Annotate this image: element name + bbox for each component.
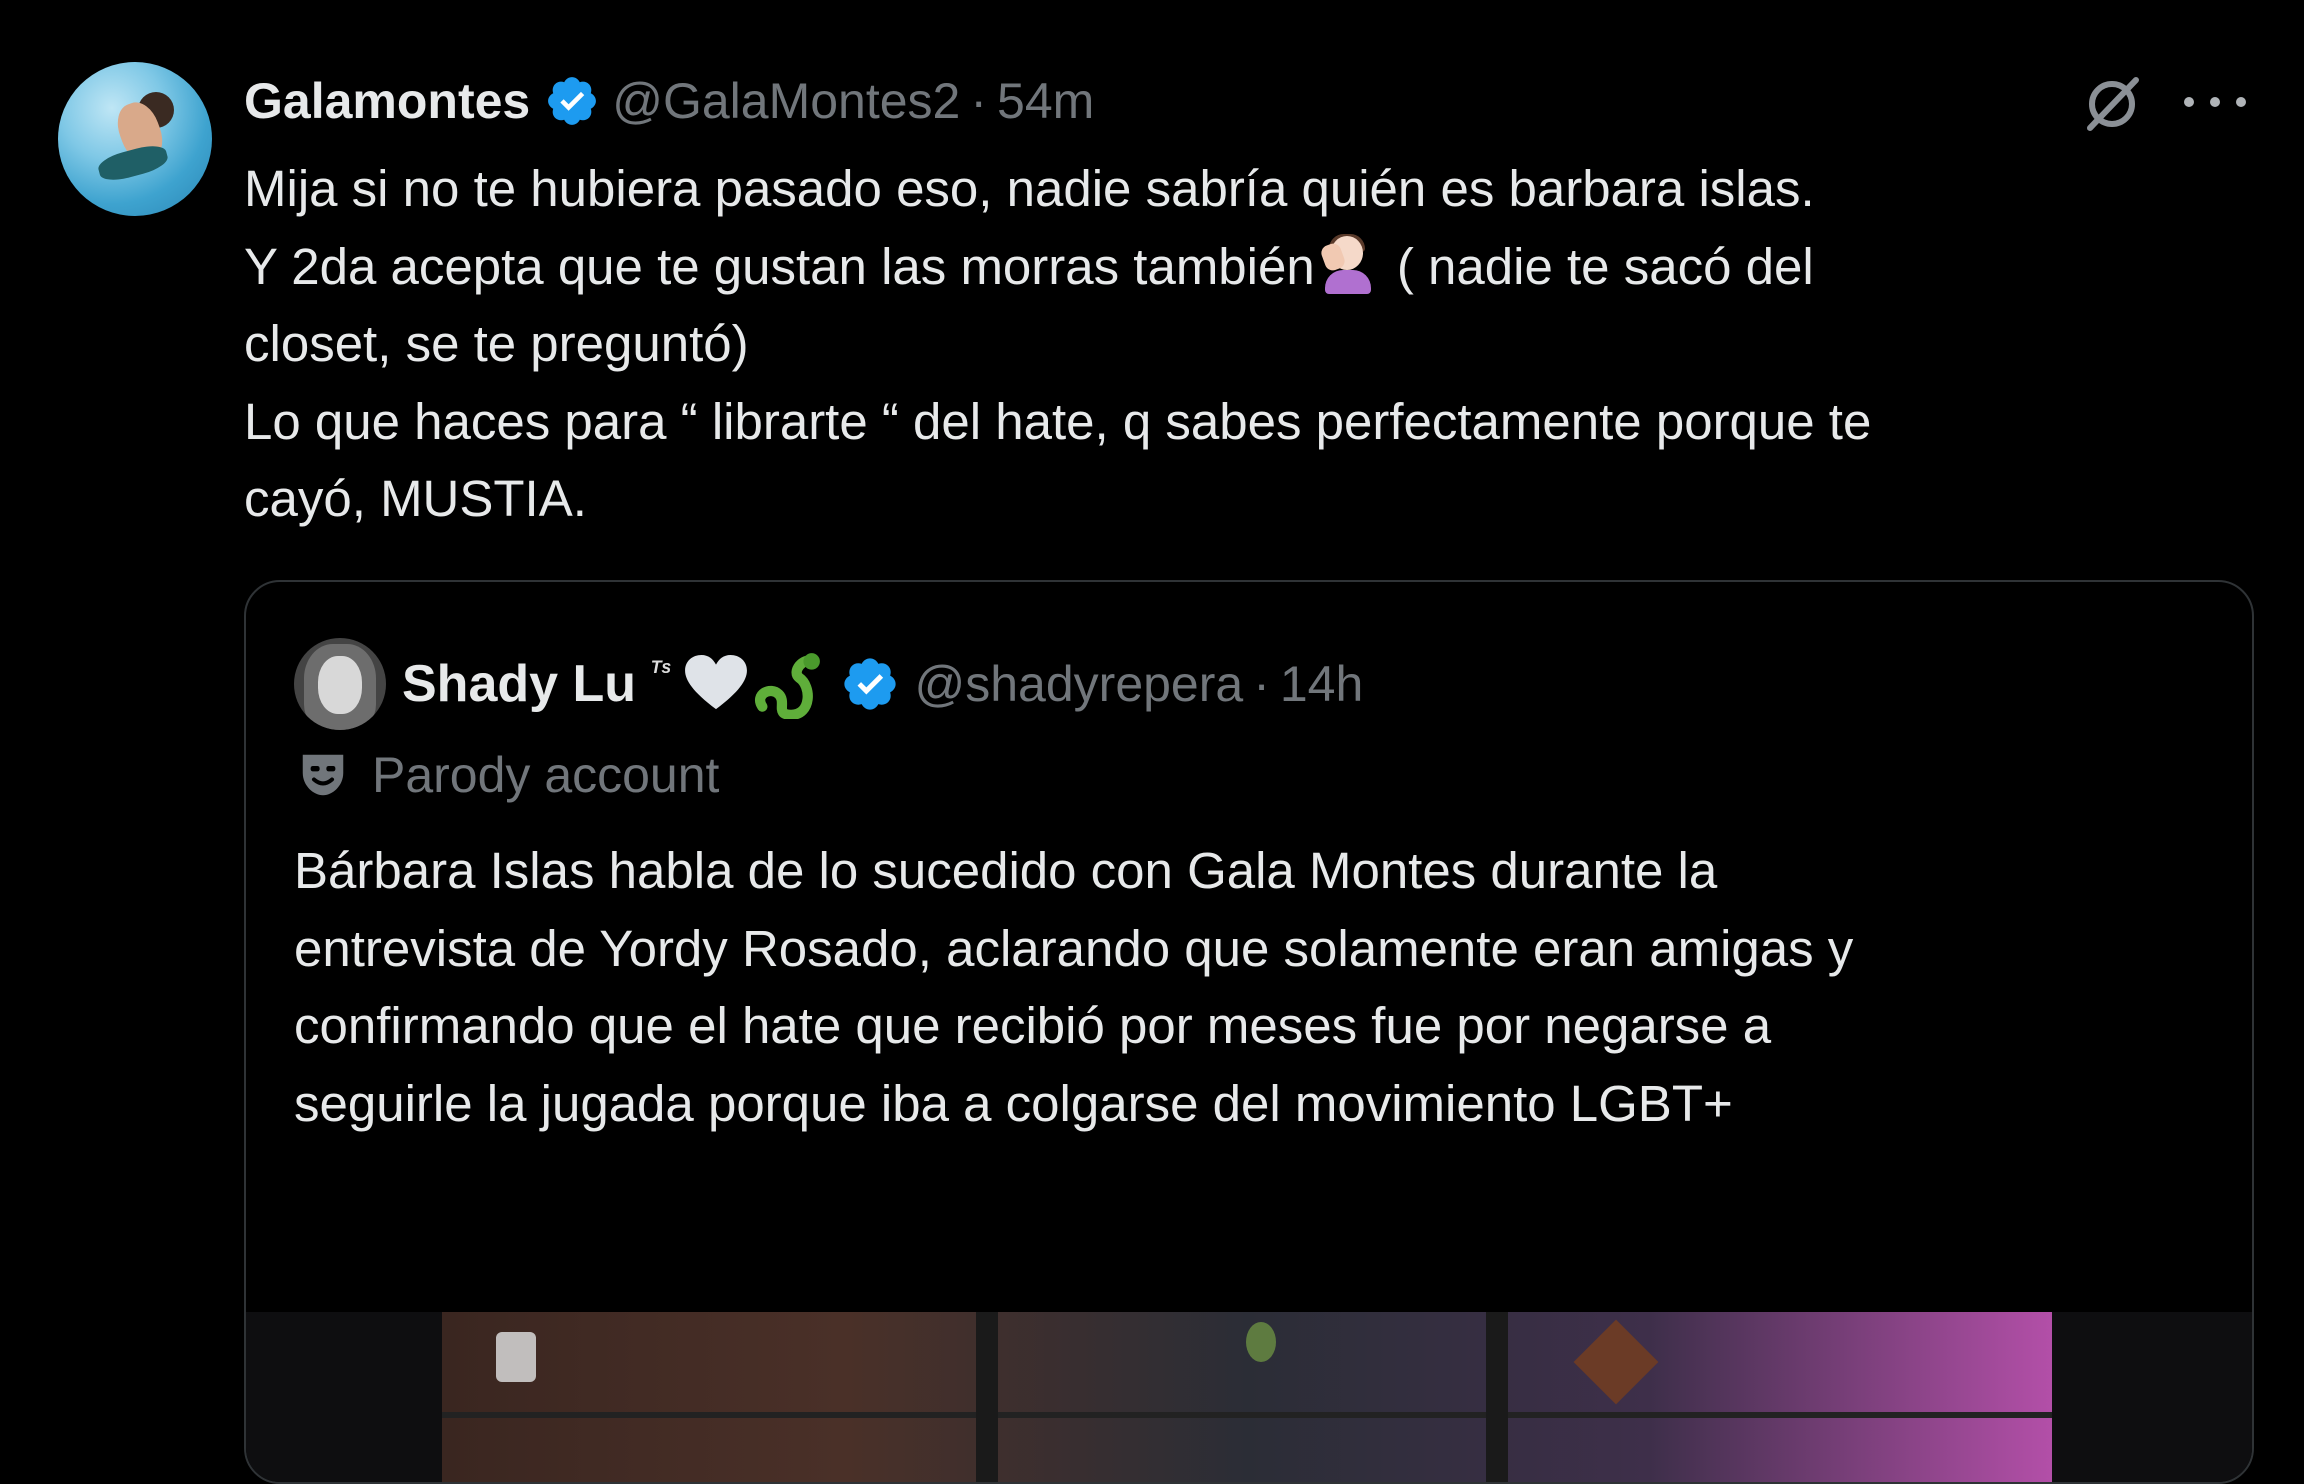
more-icon[interactable] [2184, 80, 2246, 124]
woman-facepalming-icon [1318, 233, 1377, 294]
verified-badge-icon[interactable] [544, 73, 600, 129]
quoted-tweet-line: confirmando que el hate que recibió por … [294, 997, 1772, 1054]
author-avatar[interactable] [58, 62, 212, 216]
quoted-tweet-line: entrevista de Yordy Rosado, aclarando qu… [294, 919, 1854, 977]
quoted-tweet-header: Shady Lu ᵀˢ @shadyrepera · 14h [294, 634, 1363, 734]
separator-dot: · [1253, 656, 1270, 712]
quoted-tweet-timestamp[interactable]: 14h [1280, 655, 1363, 713]
quoted-author-handle[interactable]: @shadyrepera [914, 655, 1243, 713]
author-handle[interactable]: @GalaMontes2 [612, 72, 960, 130]
tweet-line: Y 2da acepta que te gustan las morras ta… [244, 228, 2244, 306]
quoted-tweet-video[interactable] [246, 1312, 2252, 1482]
quoted-tweet-line: seguirle la jugada porque iba a colgarse… [294, 1074, 1733, 1132]
snake-icon [755, 653, 821, 719]
parody-account-label: Parody account [296, 740, 719, 810]
tweet-line: closet, se te preguntó) [244, 315, 749, 372]
tweet-line: cayó, MUSTIA. [244, 470, 587, 527]
quoted-tweet[interactable]: Shady Lu ᵀˢ @shadyrepera · 14h Parody ac… [244, 580, 2254, 1484]
name-suffix: ᵀˢ [650, 655, 671, 685]
verified-badge-icon[interactable] [840, 654, 900, 714]
quoted-tweet-line: Bárbara Islas habla de lo sucedido con G… [294, 842, 1718, 899]
separator-dot: · [970, 73, 988, 129]
grok-icon[interactable] [2080, 72, 2144, 136]
theater-mask-icon [302, 754, 344, 796]
tweet-text: Mija si no te hubiera pasado eso, nadie … [244, 150, 2244, 538]
quoted-tweet-text: Bárbara Islas habla de lo sucedido con G… [294, 832, 2234, 1142]
author-name[interactable]: Galamontes [244, 72, 530, 130]
white-heart-icon [685, 655, 748, 710]
tweet-timestamp[interactable]: 54m [997, 72, 1094, 130]
quoted-author-name[interactable]: Shady Lu ᵀˢ [402, 654, 670, 714]
tweet-header: Galamontes @GalaMontes2 · 54m [244, 66, 1094, 136]
parody-label-text: Parody account [372, 747, 720, 803]
tweet-line: Mija si no te hubiera pasado eso, nadie … [244, 160, 1815, 217]
tweet-line: Lo que haces para “ librarte “ del hate,… [244, 392, 1872, 450]
tweet[interactable]: Galamontes @GalaMontes2 · 54m Mija si no… [0, 0, 2304, 1484]
quoted-author-avatar[interactable] [294, 638, 386, 730]
